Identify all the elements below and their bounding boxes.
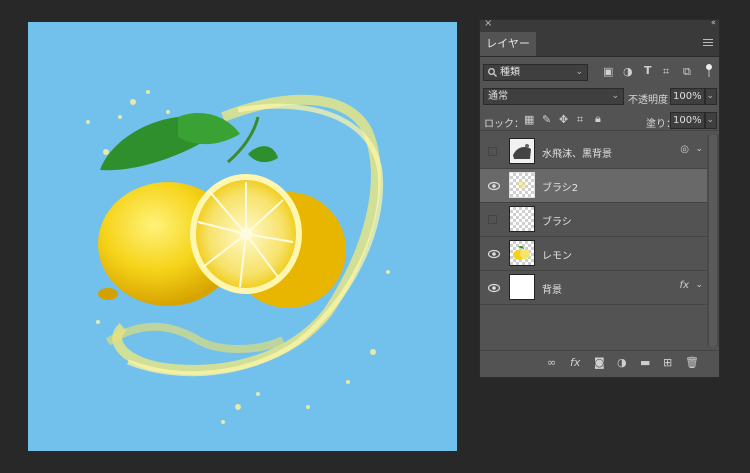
search-icon — [488, 68, 497, 77]
lock-transparent-icon[interactable]: ▦ — [524, 113, 534, 126]
new-layer-icon[interactable]: ⊞ — [663, 356, 672, 369]
lock-all-icon[interactable]: 🔒︎ — [595, 112, 601, 126]
lock-label: ロック： — [484, 119, 524, 130]
lemon-splash-artwork — [86, 90, 390, 424]
smart-object-filter-icon[interactable]: ⧉ — [683, 65, 691, 79]
trash-icon[interactable]: 🗑︎ — [685, 356, 699, 369]
blend-mode-value: 通常 — [488, 91, 508, 102]
opacity-dropdown[interactable]: ⌄ — [705, 88, 717, 105]
image-filter-icon[interactable]: ▣ — [603, 65, 613, 78]
layers-panel: × ‹‹ レイヤー 種類 ⌄ ▣ ◑ T ⌗ ⧉ 通常 ⌄ 不透明度： 100%… — [479, 18, 720, 378]
layer-row[interactable]: レモン — [480, 237, 707, 271]
fx-icon[interactable]: fx — [680, 280, 689, 291]
eye-icon[interactable] — [488, 248, 500, 260]
lock-row: ロック： ▦ ✎ ✥ ⌗ 🔒︎ 塗り： 100% ⌄ — [480, 110, 719, 131]
panel-tab-bar: レイヤー — [480, 32, 719, 57]
blend-mode-select[interactable]: 通常 ⌄ — [483, 88, 624, 105]
collapse-panel-button[interactable]: ‹‹ — [711, 18, 716, 28]
mask-icon[interactable]: ◙ — [594, 356, 605, 369]
layer-name: 背景 — [542, 285, 562, 296]
type-filter-icon[interactable]: T — [644, 64, 652, 77]
layers-bottom-bar: ∞ fx ◙ ◑ ▬ ⊞ 🗑︎ — [480, 350, 719, 375]
fx-icon[interactable]: fx — [570, 356, 580, 369]
lock-artboard-icon[interactable]: ⌗ — [577, 113, 583, 127]
eye-icon[interactable] — [488, 180, 500, 192]
visibility-toggle[interactable] — [488, 215, 497, 224]
layer-name: 水飛沫、黒背景 — [542, 149, 612, 160]
kind-filter-select[interactable]: 種類 ⌄ — [483, 64, 588, 81]
chevron-down-icon: ⌄ — [706, 91, 714, 101]
layer-row[interactable]: 背景 fx ⌄ — [480, 271, 707, 305]
link-icon[interactable]: ∞ — [547, 356, 556, 369]
lock-position-icon[interactable]: ✥ — [559, 113, 568, 126]
opacity-value: 100% — [673, 91, 702, 102]
panel-title-bar: × ‹‹ — [480, 18, 719, 32]
layer-name: ブラシ — [542, 217, 572, 228]
fill-input[interactable]: 100% — [670, 112, 705, 129]
chevron-down-icon[interactable]: ⌄ — [695, 144, 703, 154]
chevron-down-icon: ⌄ — [575, 67, 583, 77]
layer-thumbnail — [509, 138, 535, 164]
visibility-toggle[interactable] — [488, 147, 497, 156]
adjustment-icon[interactable]: ◑ — [617, 356, 627, 369]
blend-row: 通常 ⌄ 不透明度： 100% ⌄ — [480, 86, 719, 106]
chevron-down-icon[interactable]: ⌄ — [695, 280, 703, 290]
hamburger-icon[interactable] — [703, 39, 713, 48]
adjustment-filter-icon[interactable]: ◑ — [623, 65, 633, 78]
layer-name: レモン — [542, 251, 572, 262]
layer-row[interactable]: ブラシ — [480, 203, 707, 237]
filter-row: 種類 ⌄ ▣ ◑ T ⌗ ⧉ — [480, 62, 719, 82]
layer-thumbnail — [509, 206, 535, 232]
layer-row[interactable]: ブラシ2 — [480, 169, 707, 203]
lock-paint-icon[interactable]: ✎ — [542, 113, 551, 126]
document-canvas[interactable] — [28, 22, 457, 451]
close-panel-button[interactable]: × — [484, 18, 492, 29]
layer-thumbnail — [509, 240, 535, 266]
layer-thumbnail — [509, 172, 535, 198]
layer-row[interactable]: 水飛沫、黒背景 ◎ ⌄ — [480, 135, 707, 169]
kind-filter-value: 種類 — [500, 67, 520, 78]
smart-object-badge-icon: ◎ — [680, 144, 689, 155]
tab-layers[interactable]: レイヤー — [480, 32, 536, 56]
fill-dropdown[interactable]: ⌄ — [705, 112, 717, 129]
fill-value: 100% — [673, 115, 702, 126]
layer-thumbnail — [509, 274, 535, 300]
scrollbar-thumb[interactable] — [709, 135, 717, 346]
opacity-input[interactable]: 100% — [670, 88, 705, 105]
chevron-down-icon: ⌄ — [706, 115, 714, 125]
shape-filter-icon[interactable]: ⌗ — [663, 65, 669, 79]
filter-toggle-icon[interactable] — [706, 64, 712, 78]
folder-icon[interactable]: ▬ — [640, 356, 650, 369]
layers-scrollbar[interactable] — [707, 135, 719, 346]
eye-icon[interactable] — [488, 282, 500, 294]
chevron-down-icon: ⌄ — [611, 91, 619, 101]
layer-name: ブラシ2 — [542, 183, 579, 194]
layers-list: 水飛沫、黒背景 ◎ ⌄ ブラシ2 ブラシ レモン 背景 fx ⌄ — [480, 135, 707, 346]
